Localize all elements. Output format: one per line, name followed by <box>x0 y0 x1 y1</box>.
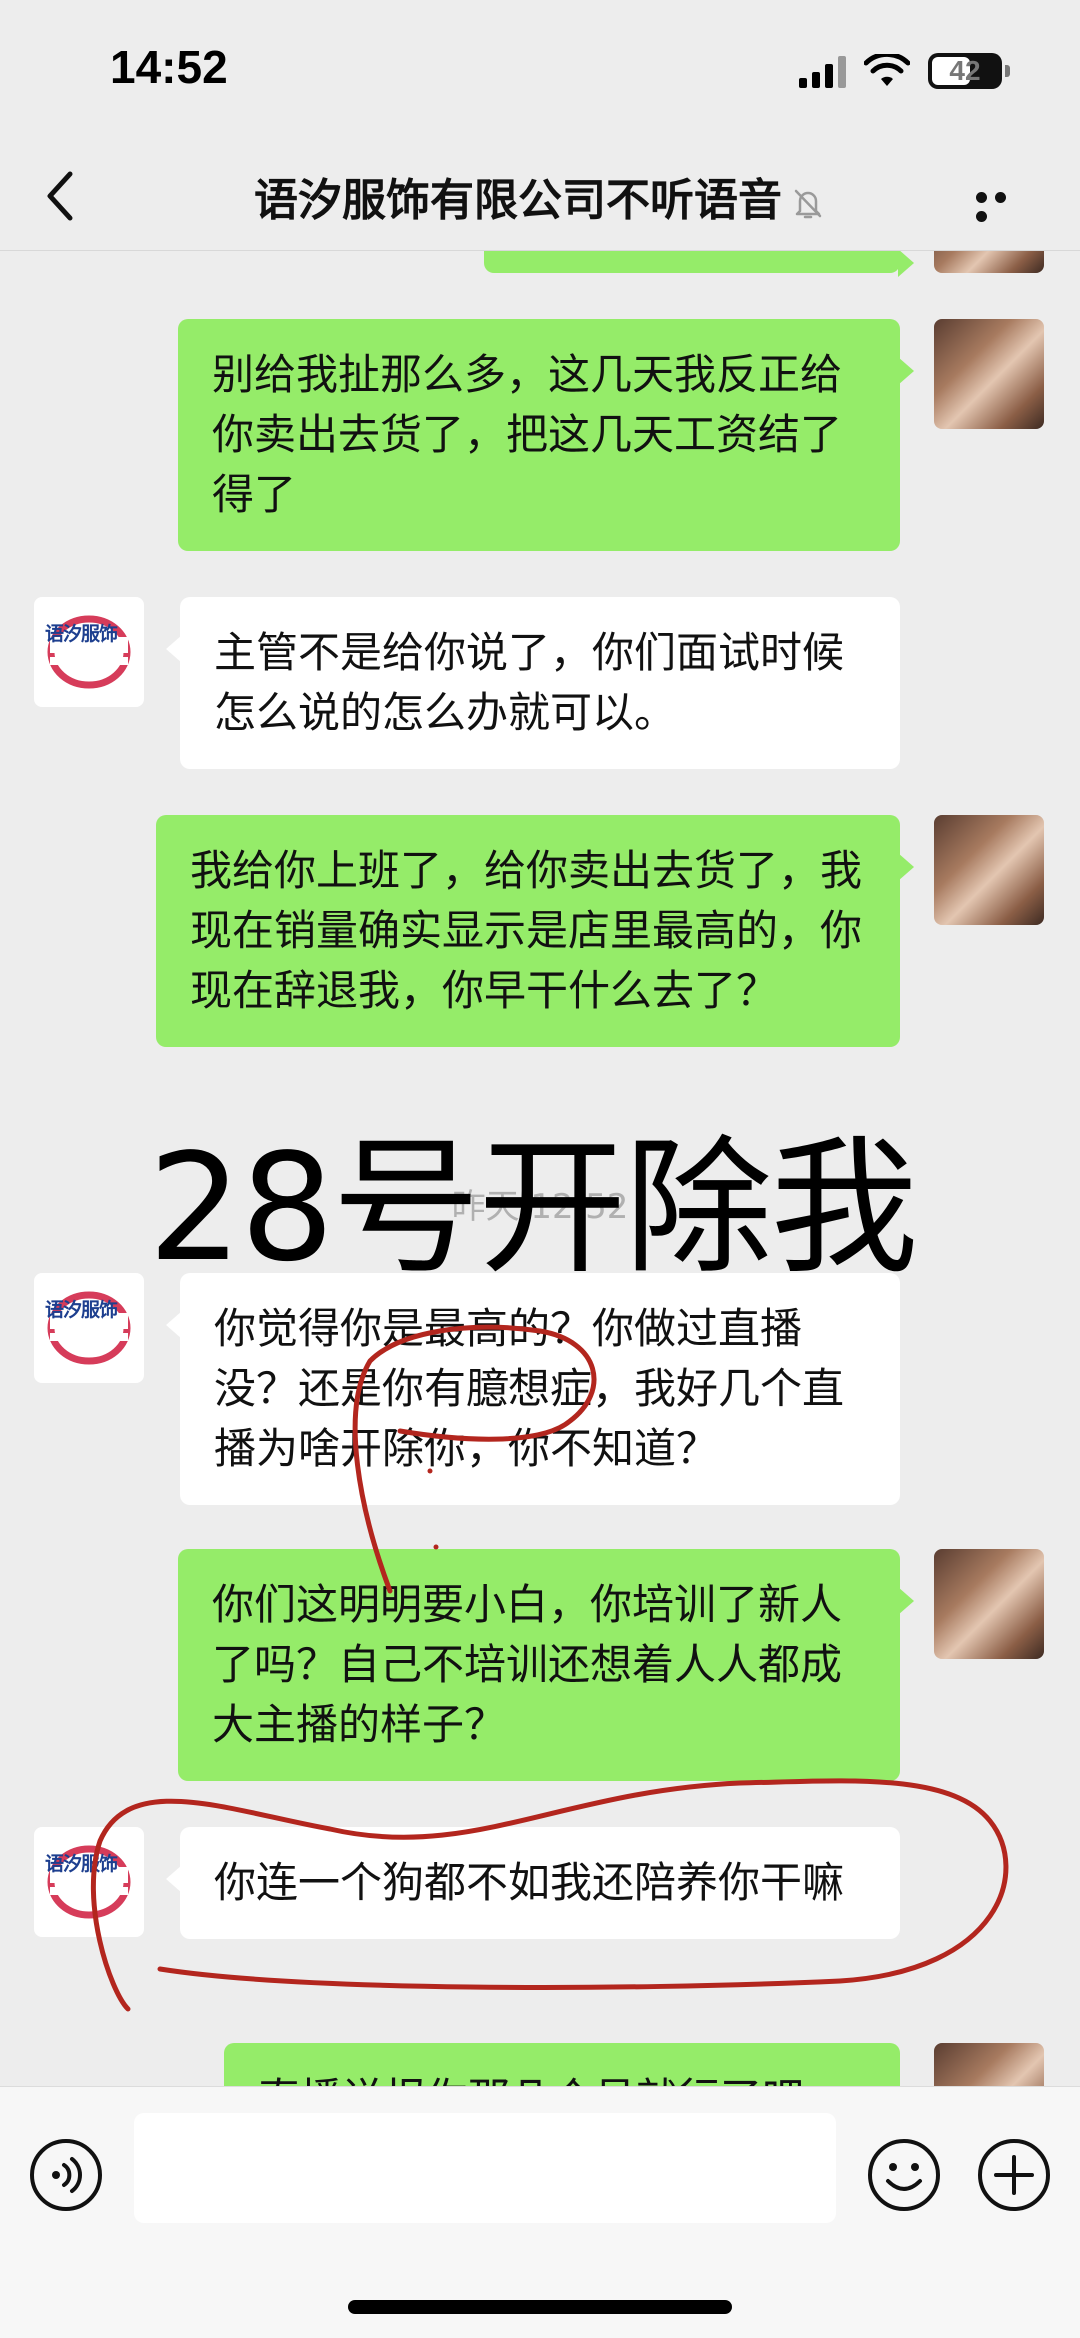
avatar[interactable] <box>934 2043 1044 2086</box>
message-bubble: 直播说报你那几个号就行了吧 <box>224 2043 900 2086</box>
message-bubble: 你连一个狗都不如我还陪养你干嘛 <box>166 1827 900 1939</box>
message-text: 你连一个狗都不如我还陪养你干嘛 <box>214 1858 845 1907</box>
chat-title-row: 语汐服饰有限公司不听语音 <box>0 164 1080 228</box>
chat-title: 语汐服饰有限公司不听语音 <box>254 175 782 226</box>
message-bubble: 你觉得你是最高的？你做过直播没？还是你有臆想症，我好几个直播为啥开除你，你不知道… <box>166 1273 900 1505</box>
message-text: 你觉得你是最高的？你做过直播没？还是你有臆想症，我好几个直播为啥开除你，你不知道… <box>214 1304 845 1473</box>
home-indicator <box>348 2300 732 2314</box>
wifi-icon <box>864 54 910 86</box>
message-bubble: 别给我扯那么多，这几天我反正给你卖出去货了，把这几天工资结了得了 <box>178 319 914 551</box>
battery-icon: 42 <box>928 53 1002 89</box>
status-time: 14:52 <box>110 41 228 93</box>
chat-area[interactable]: 别给我扯那么多，这几天我反正给你卖出去货了，把这几天工资结了得了 语汐服饰 主管… <box>0 251 1080 2086</box>
company-logo-text: 语汐服饰 <box>44 623 118 645</box>
avatar[interactable] <box>934 319 1044 429</box>
voice-icon[interactable] <box>28 2137 104 2213</box>
company-logo-text: 语汐服饰 <box>44 1299 118 1321</box>
company-logo-text: 语汐服饰 <box>44 1853 118 1875</box>
battery-level: 42 <box>949 55 981 86</box>
avatar[interactable] <box>934 251 1044 273</box>
message-bubble: 我给你上班了，给你卖出去货了，我现在销量确实显示是店里最高的，你现在辞退我，你早… <box>156 815 914 1047</box>
ellipsis-icon[interactable] <box>976 188 1030 222</box>
status-icons: 42 <box>799 48 1010 94</box>
message-input[interactable] <box>134 2113 836 2223</box>
cellular-signal-icon <box>799 54 846 88</box>
avatar[interactable] <box>934 1549 1044 1659</box>
message-bubble-partial <box>484 251 914 277</box>
chat-header: 语汐服饰有限公司不听语音 <box>0 140 1080 251</box>
avatar[interactable]: 语汐服饰 <box>34 597 144 707</box>
message-bubble: 你们这明明要小白，你培训了新人了吗？自己不培训还想着人人都成大主播的样子？ <box>178 1549 914 1781</box>
emoji-icon[interactable] <box>866 2137 942 2213</box>
avatar[interactable]: 语汐服饰 <box>34 1273 144 1383</box>
overlay-caption: 28号开除我 <box>148 1122 918 1294</box>
message-text: 别给我扯那么多，这几天我反正给你卖出去货了，把这几天工资结了得了 <box>212 350 843 519</box>
message-text: 我给你上班了，给你卖出去货了，我现在销量确实显示是店里最高的，你现在辞退我，你早… <box>190 846 863 1015</box>
avatar[interactable] <box>934 815 1044 925</box>
bell-slash-icon <box>794 189 822 219</box>
message-bubble: 主管不是给你说了，你们面试时候怎么说的怎么办就可以。 <box>166 597 900 769</box>
message-text: 主管不是给你说了，你们面试时候怎么说的怎么办就可以。 <box>214 628 845 737</box>
message-text: 直播说报你那几个号就行了吧 <box>258 2074 804 2086</box>
avatar[interactable]: 语汐服饰 <box>34 1827 144 1937</box>
status-bar: 14:52 42 <box>0 0 1080 140</box>
plus-icon[interactable] <box>976 2137 1052 2213</box>
message-text: 你们这明明要小白，你培训了新人了吗？自己不培训还想着人人都成大主播的样子？ <box>212 1580 843 1749</box>
